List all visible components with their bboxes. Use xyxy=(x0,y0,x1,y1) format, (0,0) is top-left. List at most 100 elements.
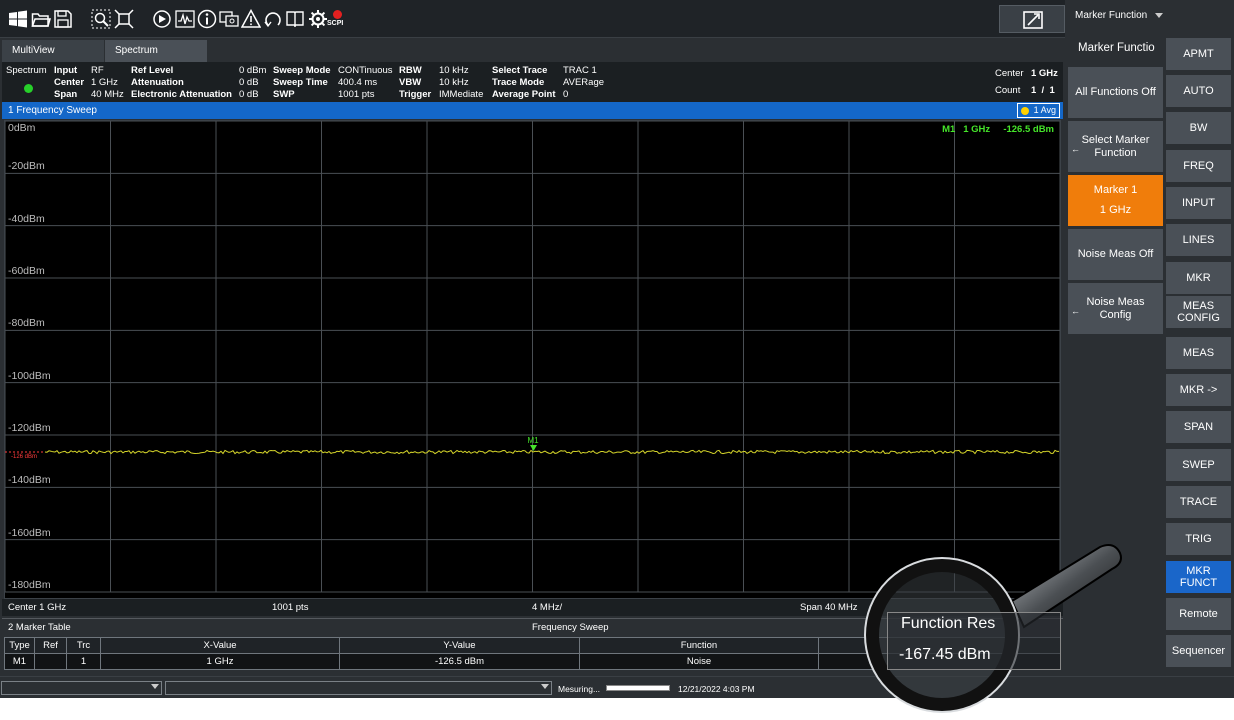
select-marker-function-button[interactable]: ← Select Marker Function xyxy=(1068,121,1163,172)
header-trc: Trc xyxy=(66,637,101,654)
select-marker-function-label: Select Marker Function xyxy=(1081,133,1150,159)
average-badge: 1 Avg xyxy=(1016,103,1060,118)
marker-m1-label: M1 xyxy=(528,436,540,445)
trigger-value: IMMediate xyxy=(439,89,484,100)
hardkey-panel: APMT AUTO BW FREQ INPUT LINES MKR MEAS CONFIG ME… xyxy=(1166,0,1234,676)
tab-multiview[interactable]: MultiView xyxy=(2,40,104,62)
preset-icon[interactable] xyxy=(152,9,172,29)
header-type: Type xyxy=(4,637,35,654)
magnified-function-result-value: -167.45 dBm xyxy=(899,646,991,663)
header-function: Function xyxy=(579,637,819,654)
electronic-attenuation-label: Electronic Attenuation xyxy=(131,89,232,100)
open-folder-icon[interactable] xyxy=(31,9,51,29)
ref-level-label: Ref Level xyxy=(131,65,174,76)
tab-spectrum[interactable]: Spectrum xyxy=(105,40,207,62)
status-indicator xyxy=(24,84,33,93)
magnified-function-result-label: Function Res xyxy=(901,615,996,632)
hardkey-sequencer[interactable]: Sequencer xyxy=(1166,635,1231,667)
reference-level-tag: -126 dBm xyxy=(11,454,38,460)
rbw-label: RBW xyxy=(399,65,422,76)
select-trace-label: Select Trace xyxy=(492,65,548,76)
right-center-value: 1 GHz xyxy=(1031,68,1058,79)
windows-icon[interactable] xyxy=(8,9,28,29)
view-tabs: MultiView Spectrum xyxy=(0,38,1065,62)
info-icon[interactable] xyxy=(197,9,217,29)
status-dropdown-2[interactable] xyxy=(165,681,552,695)
chevron-down-icon xyxy=(151,684,159,689)
average-point-value: 0 xyxy=(563,89,569,100)
trace-mode-value: AVERage xyxy=(563,77,605,88)
hardkey-mkr-funct[interactable]: MKR FUNCT xyxy=(1166,561,1231,593)
frequency-sweep-titlebar[interactable]: 1 Frequency Sweep 1 Avg xyxy=(2,102,1063,119)
measuring-label: Mesuring... xyxy=(558,684,601,694)
status-dropdown-1[interactable] xyxy=(1,681,162,695)
display-toggle-button[interactable] xyxy=(999,5,1065,33)
window-title: 1 Frequency Sweep xyxy=(8,105,97,116)
hardkey-span[interactable]: SPAN xyxy=(1166,411,1231,443)
save-icon[interactable] xyxy=(53,9,73,29)
y-tick-label: -160dBm xyxy=(8,526,51,539)
hardkey-freq[interactable]: FREQ xyxy=(1166,150,1231,182)
input-label: Input xyxy=(54,65,78,76)
noise-meas-off-button[interactable]: Noise Meas Off xyxy=(1068,229,1163,280)
hardkey-swep[interactable]: SWEP xyxy=(1166,449,1231,481)
swp-label: SWP xyxy=(273,89,295,100)
y-tick-label: -120dBm xyxy=(8,422,51,434)
span-label: Span xyxy=(54,89,78,100)
hardkey-mkr[interactable]: MKR xyxy=(1166,262,1231,294)
display-icon[interactable] xyxy=(219,9,239,29)
hardkey-auto[interactable]: AUTO xyxy=(1166,75,1231,107)
cell-type: M1 xyxy=(4,653,35,670)
hardkey-bw[interactable]: BW xyxy=(1166,112,1231,144)
attenuation-value: 0 dB xyxy=(239,77,259,88)
arrow-left-icon: ← xyxy=(1071,144,1080,154)
center-value: 1 GHz xyxy=(91,77,118,88)
header-ref: Ref xyxy=(34,637,67,654)
hardkey-apmt[interactable]: APMT xyxy=(1166,38,1231,70)
header-x-value: X-Value xyxy=(100,637,340,654)
hardkey-trace[interactable]: TRACE xyxy=(1166,486,1231,518)
y-tick-label: -60dBm xyxy=(8,265,45,277)
cell-trc: 1 xyxy=(66,653,101,670)
warning-icon[interactable] xyxy=(241,9,261,29)
hardkey-meas-config[interactable]: MEAS CONFIG xyxy=(1166,296,1231,328)
fit-icon[interactable] xyxy=(114,9,134,29)
average-point-label: Average Point xyxy=(492,89,556,100)
hardkey-meas[interactable]: MEAS xyxy=(1166,337,1231,369)
spectrum-plot[interactable]: M1 0dBm -20dBm -40dBm -60dBm -80dBm -100dBm -1… xyxy=(4,120,1061,599)
hardkey-remote[interactable]: Remote xyxy=(1166,598,1231,630)
footer-span: Span 40 MHz xyxy=(800,602,858,613)
all-functions-off-button[interactable]: All Functions Off xyxy=(1068,67,1163,118)
hardkey-trig[interactable]: TRIG xyxy=(1166,523,1231,555)
settings-icon[interactable] xyxy=(308,9,328,29)
screen-toggle-icon xyxy=(1023,11,1043,29)
zoom-icon[interactable] xyxy=(91,9,111,29)
y-tick-label: -140dBm xyxy=(8,474,51,487)
trace-mode-label: Trace Mode xyxy=(492,77,545,88)
cell-x-value: 1 GHz xyxy=(100,653,340,670)
noise-meas-config-label: Noise Meas Config xyxy=(1086,295,1145,321)
noise-meas-off-label: Noise Meas Off xyxy=(1077,248,1154,260)
average-badge-label: 1 Avg xyxy=(1033,105,1056,115)
measuring-progress-fill xyxy=(607,686,669,690)
waveform-icon[interactable] xyxy=(175,9,195,29)
book-icon[interactable] xyxy=(285,9,305,29)
marker-readout: M1 1 GHz -126.5 dBm xyxy=(942,124,1054,135)
sweep-time-value: 400.4 ms xyxy=(338,77,378,88)
ref-level-value: 0 dBm xyxy=(239,65,267,76)
hardkey-lines[interactable]: LINES xyxy=(1166,224,1231,256)
trigger-label: Trigger xyxy=(399,89,432,100)
hardkey-mkr[interactable]: MKR -> xyxy=(1166,374,1231,406)
right-center-label: Center xyxy=(995,68,1024,79)
softkey-menu-dropdown[interactable]: Marker Function xyxy=(1075,10,1164,21)
sweep-mode-value: CONTinuous xyxy=(338,65,393,76)
undo-icon[interactable] xyxy=(263,9,283,29)
select-trace-value: TRAC 1 xyxy=(563,65,597,76)
noise-meas-config-button[interactable]: ← Noise Meas Config xyxy=(1068,283,1163,334)
marker-1-button[interactable]: Marker 1 1 GHz xyxy=(1068,175,1163,226)
hardkey-input[interactable]: INPUT xyxy=(1166,187,1231,219)
electronic-attenuation-value: 0 dB xyxy=(239,89,259,100)
attenuation-label: Attenuation xyxy=(131,77,184,88)
footer-division: 4 MHz/ xyxy=(532,602,563,613)
vbw-value: 10 kHz xyxy=(439,77,469,88)
